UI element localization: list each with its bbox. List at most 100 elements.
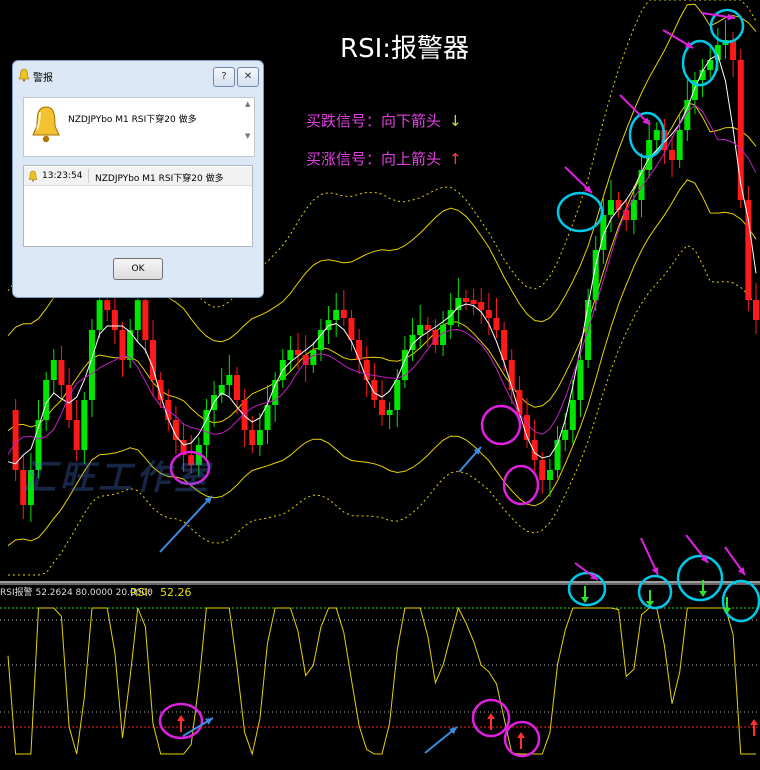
- pointer-arrow-icon: [564, 166, 593, 194]
- candlestick: [394, 380, 401, 410]
- candlestick: [546, 470, 553, 480]
- candlestick: [630, 200, 637, 220]
- rsi-subwindow: [0, 606, 760, 756]
- candlestick: [386, 410, 393, 415]
- bell-icon: [28, 170, 38, 182]
- candlestick: [379, 400, 385, 415]
- pointer-arrow-icon: [724, 546, 746, 576]
- rsi-line: [7, 606, 756, 756]
- candlestick: [81, 400, 88, 450]
- candlestick: [470, 300, 477, 304]
- candlestick: [104, 300, 111, 310]
- pointer-arrow-icon: [424, 726, 458, 754]
- pointer-arrow-icon: [640, 537, 659, 576]
- down-arrow-icon: ↓: [449, 112, 462, 130]
- candlestick: [142, 300, 149, 340]
- signal-circle: [480, 404, 522, 446]
- sell-signal-arrow: [646, 590, 654, 607]
- bell-icon: [18, 68, 30, 82]
- candlestick: [233, 375, 240, 400]
- signal-circle: [637, 574, 673, 610]
- watermark: 汇旺工作室: [22, 458, 212, 498]
- up-arrow-icon: [750, 719, 758, 725]
- dialog-titlebar[interactable]: 警报 ? ✕: [13, 61, 263, 89]
- candlestick: [493, 318, 500, 330]
- candlestick: [340, 310, 347, 318]
- candlestick: [653, 130, 660, 140]
- alert-message: NZDJPYbo M1 RSI下穿20 做多: [68, 115, 197, 125]
- legend-sell-text: 买跌信号：向下箭头: [306, 112, 442, 130]
- up-arrow-icon: [517, 732, 525, 738]
- candlestick: [111, 310, 118, 330]
- rsi-value: 52.26: [160, 586, 192, 599]
- candlestick: [676, 130, 683, 160]
- candlestick: [485, 310, 492, 318]
- candlestick: [348, 318, 355, 340]
- candlestick: [287, 350, 294, 360]
- buy-signal-arrow: [517, 732, 525, 749]
- legend-buy-signal: 买涨信号：向上箭头 ↑: [306, 148, 462, 169]
- candlestick: [424, 325, 431, 330]
- candlestick: [356, 340, 363, 360]
- alert-row-message: NZDJPYbo M1 RSI下穿20 做多: [95, 174, 224, 184]
- signal-circle: [721, 579, 760, 623]
- alert-dialog: 警报 ? ✕ NZDJPYbo M1 RSI下穿20 做多 ▲ ▼ 13:23:5…: [12, 60, 264, 298]
- candlestick: [478, 302, 485, 310]
- up-arrow-icon: [487, 713, 495, 719]
- up-arrow-icon: ↑: [449, 150, 462, 168]
- chart-grid: [0, 581, 760, 585]
- candlestick: [737, 60, 744, 200]
- buy-signal-arrow: [177, 715, 185, 732]
- candlestick: [50, 360, 57, 380]
- pointer-arrow-icon: [701, 12, 736, 21]
- rsi-value-label: RSI:: [130, 586, 152, 599]
- pointer-arrow-shaft: [159, 495, 213, 553]
- candlestick: [256, 430, 263, 445]
- pointer-arrow-icon: [458, 446, 482, 473]
- candlestick: [577, 360, 584, 400]
- candlestick: [462, 298, 469, 302]
- dialog-title: 警报: [33, 73, 53, 84]
- candlestick: [646, 140, 653, 170]
- candlestick: [539, 460, 546, 480]
- bell-icon: [32, 106, 60, 143]
- legend-buy-text: 买涨信号：向上箭头: [306, 150, 442, 168]
- ok-button[interactable]: OK: [113, 258, 163, 280]
- alert-message-area: NZDJPYbo M1 RSI下穿20 做多 ▲ ▼: [23, 97, 255, 157]
- candlestick: [455, 298, 462, 310]
- candlestick: [226, 375, 233, 385]
- candlestick: [562, 430, 569, 440]
- sell-signal-arrow: [581, 586, 589, 603]
- candlestick: [165, 400, 172, 420]
- up-arrow-icon: [177, 715, 185, 721]
- chart-title: RSI:报警器: [340, 34, 469, 64]
- candlestick: [569, 400, 576, 430]
- candlestick: [669, 150, 676, 160]
- candlestick: [249, 430, 256, 445]
- candlestick: [730, 40, 737, 60]
- legend-sell-signal: 买跌信号：向下箭头 ↓: [306, 110, 462, 131]
- candlestick: [134, 300, 141, 330]
- signal-circle: [676, 554, 724, 602]
- signal-circle: [567, 571, 607, 607]
- column-divider: [88, 169, 89, 183]
- candlestick: [333, 310, 340, 320]
- help-button[interactable]: ?: [213, 67, 235, 87]
- alert-time: 13:23:54: [42, 171, 83, 181]
- signal-circle: [556, 191, 604, 233]
- pointer-arrow-icon: [159, 495, 213, 553]
- message-scrollbar[interactable]: ▲ ▼: [245, 100, 253, 152]
- candlestick: [753, 300, 759, 320]
- candlestick: [363, 360, 370, 380]
- down-arrow-icon: [581, 597, 589, 603]
- candlestick: [745, 200, 752, 300]
- candlestick: [638, 170, 645, 200]
- candlestick: [58, 360, 65, 385]
- close-button[interactable]: ✕: [237, 67, 259, 87]
- candlestick: [417, 325, 424, 335]
- alert-history-list[interactable]: 13:23:54 NZDJPYbo M1 RSI下穿20 做多: [23, 165, 253, 247]
- candlestick: [607, 200, 614, 215]
- candlestick: [531, 440, 538, 460]
- candlestick: [96, 300, 103, 330]
- list-item[interactable]: 13:23:54 NZDJPYbo M1 RSI下穿20 做多: [24, 167, 252, 186]
